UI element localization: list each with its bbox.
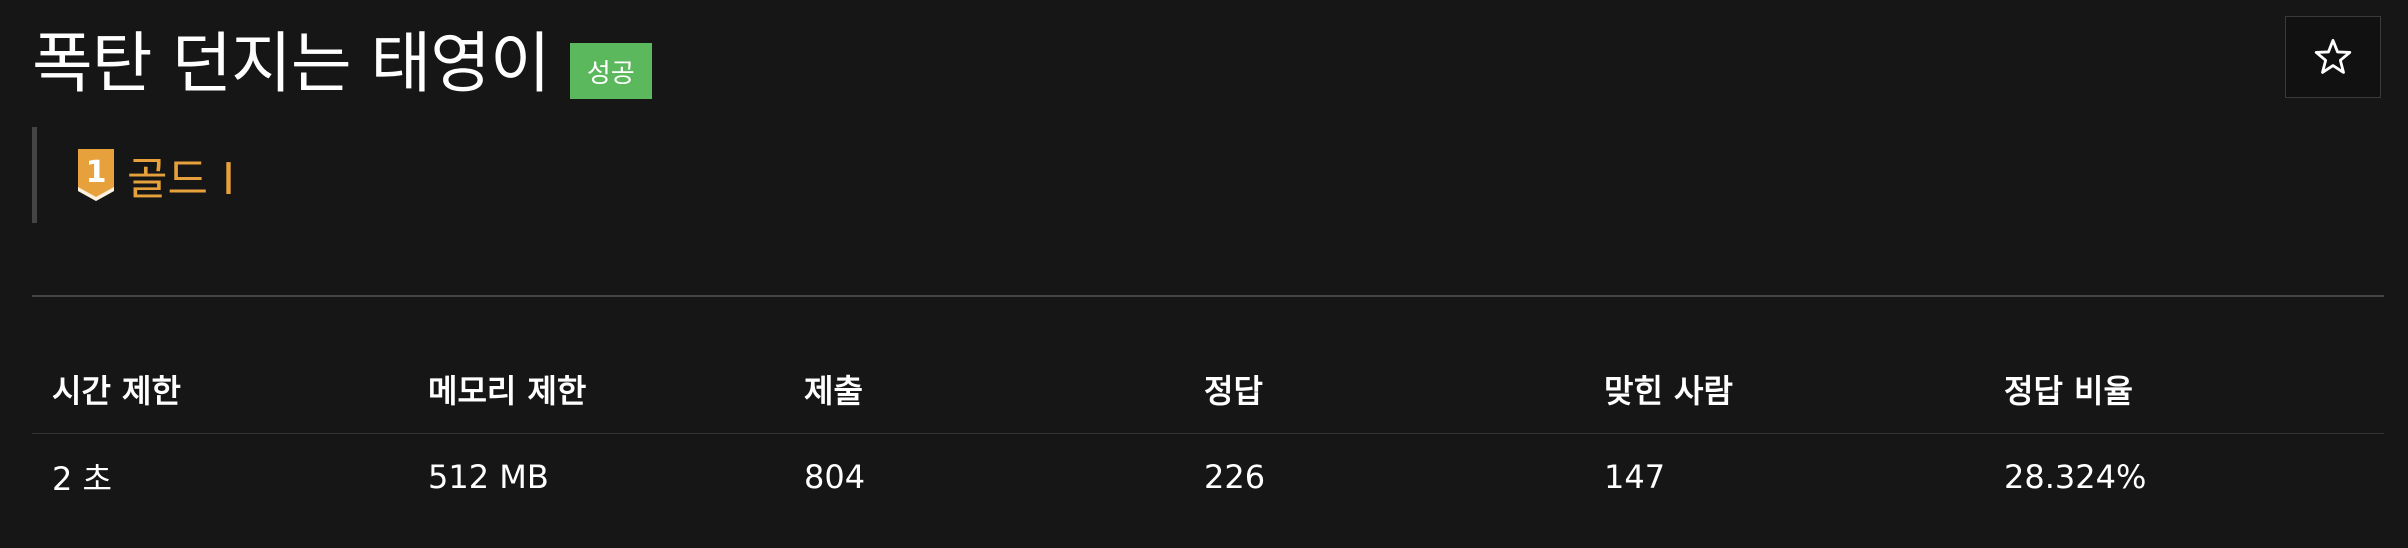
problem-title: 폭탄 던지는 태영이: [32, 25, 551, 102]
value-memory-limit: 512 MB: [428, 458, 549, 496]
value-accept-ratio: 28.324%: [2004, 458, 2147, 496]
tier-number: 1: [86, 155, 107, 190]
problem-header: 폭탄 던지는 태영이 성공: [32, 14, 652, 114]
value-submissions: 804: [804, 458, 866, 496]
status-badge: 성공: [569, 43, 652, 99]
divider: [32, 295, 2384, 297]
gold-tier-icon[interactable]: 1: [75, 147, 117, 203]
header-solved-users: 맞힌 사람: [1584, 345, 1984, 434]
header-accepted: 정답: [1184, 345, 1584, 434]
favorite-button[interactable]: [2285, 16, 2381, 98]
table-header-row: 시간 제한 메모리 제한 제출 정답 맞힌 사람 정답 비율: [32, 345, 2384, 434]
header-accept-ratio: 정답 비율: [1984, 345, 2384, 434]
value-time-limit: 2 초: [52, 460, 112, 498]
header-submissions: 제출: [784, 345, 1184, 434]
value-solved-users: 147: [1604, 458, 1666, 496]
star-icon: [2314, 38, 2352, 74]
problem-page: 폭탄 던지는 태영이 성공 1 골드 I 시간 제한 메모리 제한 제출 정답 …: [0, 0, 2408, 548]
table-row: 2 초 512 MB 804 226 147 28.324%: [32, 434, 2384, 521]
header-time-limit: 시간 제한: [32, 345, 408, 434]
problem-info-table: 시간 제한 메모리 제한 제출 정답 맞힌 사람 정답 비율 2 초 512 M…: [32, 345, 2384, 520]
header-memory-limit: 메모리 제한: [408, 345, 784, 434]
tier-block: 1 골드 I: [32, 127, 235, 223]
value-accepted: 226: [1204, 458, 1266, 496]
tier-label[interactable]: 골드 I: [127, 143, 235, 207]
